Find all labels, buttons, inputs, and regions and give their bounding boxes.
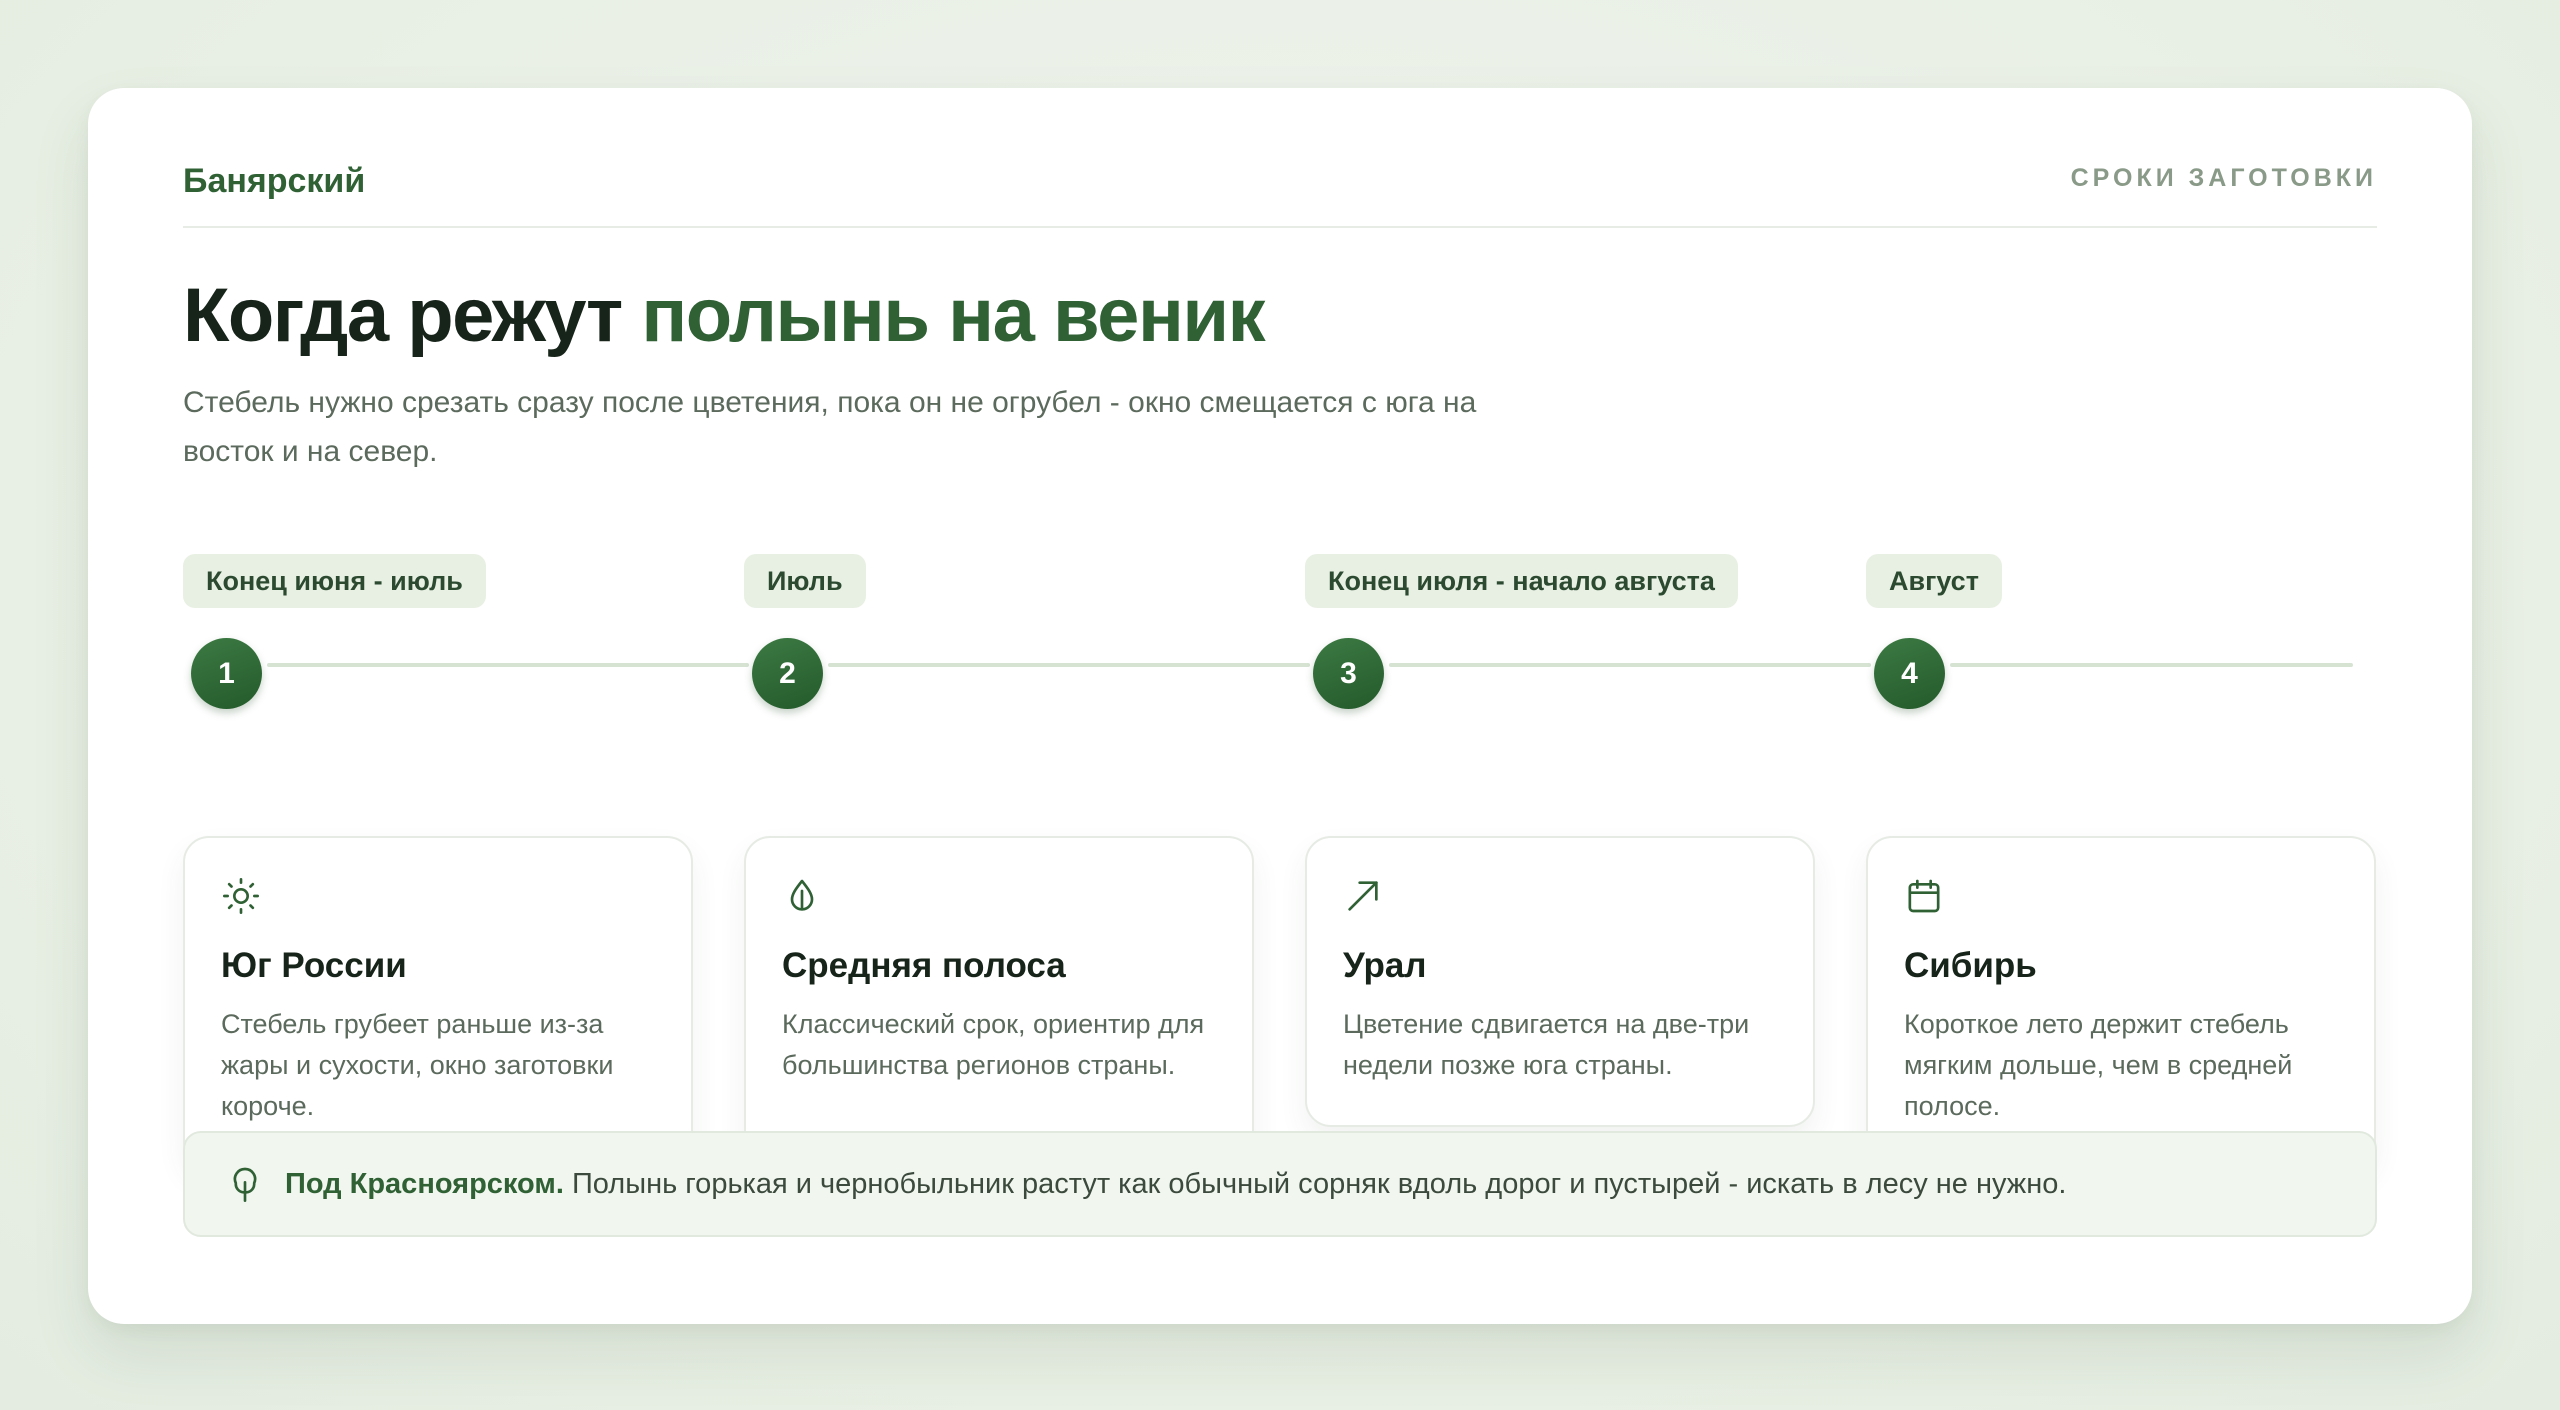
timeline-step-1: Конец июня - июль 1 <box>183 554 749 714</box>
timeline: Конец июня - июль 1 Юг России Стебель гр… <box>183 554 2377 1174</box>
page-lead: Стебель нужно срезать сразу после цветен… <box>183 386 1477 468</box>
note-highlight: Под Красноярском. <box>285 1167 564 1200</box>
page-title: Когда режут полынь на веник <box>183 273 1266 358</box>
timeline-connector <box>1950 663 2353 667</box>
page-background: Банярский СРОКИ ЗАГОТОВКИ Когда режут по… <box>0 0 2560 1410</box>
top-bar: Банярский СРОКИ ЗАГОТОВКИ <box>183 158 2377 228</box>
page-title-plain: Когда режут <box>183 273 642 358</box>
calendar-icon <box>1908 879 1940 913</box>
note-text: Под Красноярском. Полынь горькая и черно… <box>285 1168 2066 1201</box>
tree-icon <box>233 1167 257 1202</box>
region-card-central: Средняя полоса Классический срок, ориент… <box>744 836 1254 1168</box>
leaf-drop-icon <box>790 879 814 911</box>
period-tag: Конец июля - начало августа <box>1305 554 1738 608</box>
region-title: Средняя полоса <box>782 946 1066 985</box>
region-card-south: Юг России Стебель грубеет раньше из-за ж… <box>183 836 693 1168</box>
timeline-connector <box>267 663 749 667</box>
step-marker-row: 4 <box>1866 638 2376 714</box>
region-card-siberia: Сибирь Короткое лето держит стебель мягк… <box>1866 836 2376 1168</box>
arrow-up-right-icon <box>1348 881 1378 911</box>
timeline-connector <box>828 663 1310 667</box>
step-marker-row: 2 <box>744 638 1310 714</box>
period-tag: Июль <box>744 554 866 608</box>
sun-icon <box>223 878 259 914</box>
region-title: Сибирь <box>1904 946 2037 985</box>
section-label: СРОКИ ЗАГОТОВКИ <box>2070 164 2377 192</box>
step-marker-row: 1 <box>183 638 749 714</box>
timeline-step-4: Август 4 <box>1866 554 2376 714</box>
timeline-connector <box>1389 663 1871 667</box>
region-title: Юг России <box>221 946 407 985</box>
step-number-badge: 1 <box>191 638 262 709</box>
region-title: Урал <box>1343 946 1427 985</box>
content-card: Банярский СРОКИ ЗАГОТОВКИ Когда режут по… <box>88 88 2472 1324</box>
step-number-badge: 2 <box>752 638 823 709</box>
step-marker-row: 3 <box>1305 638 1871 714</box>
period-tag: Август <box>1866 554 2002 608</box>
period-tag: Конец июня - июль <box>183 554 486 608</box>
timeline-step-3: Конец июля - начало августа 3 <box>1305 554 1871 714</box>
step-number-badge: 4 <box>1874 638 1945 709</box>
region-description: Стебель грубеет раньше из-за жары и сухо… <box>221 1009 614 1121</box>
region-description: Классический срок, ориентир для большинс… <box>782 1009 1205 1080</box>
region-description: Короткое лето держит стебель мягким доль… <box>1904 1009 2293 1121</box>
region-card-ural: Урал Цветение сдвигается на две-три неде… <box>1305 836 1815 1127</box>
step-number-badge: 3 <box>1313 638 1384 709</box>
brand-logo[interactable]: Банярский <box>183 162 365 201</box>
page-title-accent: полынь на веник <box>641 273 1265 358</box>
info-note: Под Красноярском. Полынь горькая и черно… <box>183 1131 2377 1237</box>
note-body: Полынь горькая и чернобыльник растут как… <box>563 1167 2067 1200</box>
timeline-step-2: Июль 2 <box>744 554 1310 714</box>
region-description: Цветение сдвигается на две-три недели по… <box>1343 1009 1750 1080</box>
